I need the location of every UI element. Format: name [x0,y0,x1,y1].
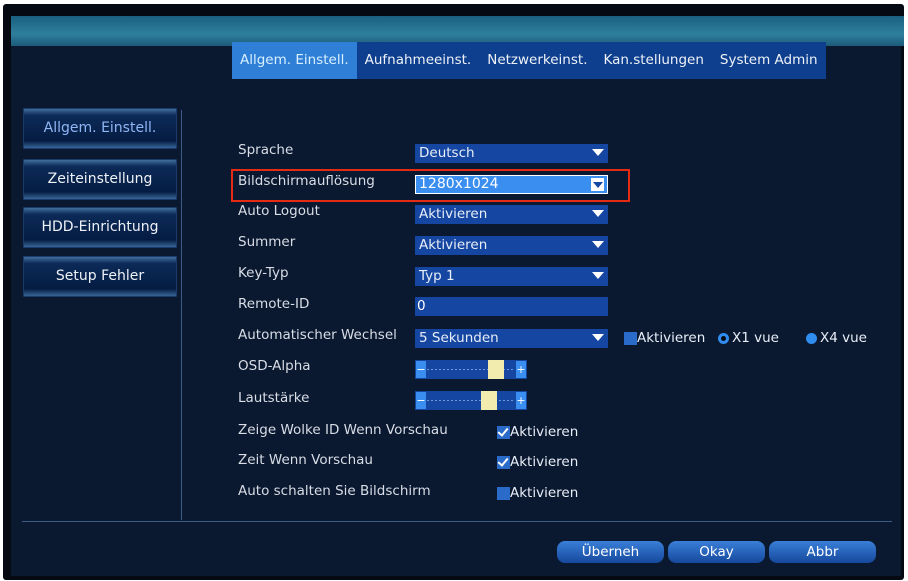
wolke-checkbox[interactable]: Aktivieren [497,424,578,440]
osd-slider[interactable]: − + [415,360,527,379]
autologout-label: Auto Logout [238,203,320,219]
wechsel-check-label: Aktivieren [637,330,706,346]
tab-aufnahmeeinst[interactable]: Aufnahmeeinst. [357,42,480,79]
summer-select[interactable]: Aktivieren [415,236,608,255]
apply-button[interactable]: Überneh [557,541,664,563]
wechsel-label: Automatischer Wechsel [238,327,397,343]
autologout-value: Aktivieren [419,206,488,222]
chevron-down-icon [592,210,604,217]
wolke-label: Zeige Wolke ID Wenn Vorschau [238,422,448,438]
slider-thumb[interactable] [481,391,497,410]
aufloesung-label: Bildschirmauflösung [238,173,375,189]
wechsel-checkbox[interactable]: Aktivieren [624,330,705,346]
divider-horizontal [22,521,892,522]
tab-kan-stellungen[interactable]: Kan.stellungen [595,42,711,79]
plus-icon[interactable]: + [516,361,526,378]
autoschalten-checkbox[interactable]: Aktivieren [497,485,578,501]
tab-netzwerkeinst[interactable]: Netzwerkeinst. [479,42,595,79]
minus-icon[interactable]: − [416,361,426,378]
slider-track [427,400,515,401]
radio-x1-label: X1 vue [732,330,779,346]
autoschalten-label: Auto schalten Sie Bildschirm [238,483,431,499]
minus-icon[interactable]: − [416,392,426,409]
autoschalten-check-label: Aktivieren [510,485,579,501]
chevron-down-icon [592,272,604,279]
sprache-label: Sprache [238,142,294,158]
zeit-check-label: Aktivieren [510,454,579,470]
chevron-down-icon [592,334,604,341]
summer-value: Aktivieren [419,237,488,253]
laut-slider[interactable]: − + [415,391,527,410]
summer-label: Summer [238,234,296,250]
radio-x4-vue[interactable]: X4 vue [806,330,867,346]
sprache-value: Deutsch [419,145,475,161]
sidebar-item-setup-fehler[interactable]: Setup Fehler [23,256,177,297]
chevron-down-icon [592,149,604,156]
sidebar-item-zeiteinstellung[interactable]: Zeiteinstellung [23,159,177,200]
radio-selected-icon [718,332,729,344]
tab-bar: Allgem. Einstell. Aufnahmeeinst. Netzwer… [232,42,826,79]
zeit-checkbox[interactable]: Aktivieren [497,454,578,470]
checkbox-icon [624,331,637,345]
autologout-select[interactable]: Aktivieren [415,205,608,224]
remoteid-label: Remote-ID [238,296,310,312]
radio-x1-vue[interactable]: X1 vue [718,330,779,346]
cancel-button[interactable]: Abbr [769,541,876,563]
radio-x4-label: X4 vue [820,330,867,346]
slider-thumb[interactable] [488,360,505,379]
ok-button[interactable]: Okay [668,541,765,563]
plus-icon[interactable]: + [516,392,526,409]
chevron-down-icon [591,178,604,191]
divider-vertical [181,110,182,520]
checkbox-icon [497,486,510,500]
wechsel-select[interactable]: 5 Sekunden [415,329,608,348]
laut-label: Lautstärke [238,390,310,406]
keytyp-select[interactable]: Typ 1 [415,267,608,286]
wechsel-value: 5 Sekunden [419,330,499,346]
osd-label: OSD-Alpha [238,358,311,374]
check-icon [497,425,510,439]
remoteid-input[interactable]: 0 [415,297,608,316]
check-icon [497,455,510,469]
radio-icon [806,332,817,344]
wolke-check-label: Aktivieren [510,424,579,440]
tab-system-admin[interactable]: System Admin [712,42,826,79]
aufloesung-select[interactable]: 1280x1024 [415,175,608,194]
keytyp-label: Key-Typ [238,265,289,281]
zeit-label: Zeit Wenn Vorschau [238,452,373,468]
sidebar-item-allgem-einstell[interactable]: Allgem. Einstell. [23,108,177,149]
tab-allgem-einstell[interactable]: Allgem. Einstell. [232,42,357,79]
chevron-down-icon [592,241,604,248]
keytyp-value: Typ 1 [419,268,455,284]
sprache-select[interactable]: Deutsch [415,144,608,163]
sidebar-item-hdd-einrichtung[interactable]: HDD-Einrichtung [23,207,177,248]
aufloesung-value: 1280x1024 [419,176,499,192]
